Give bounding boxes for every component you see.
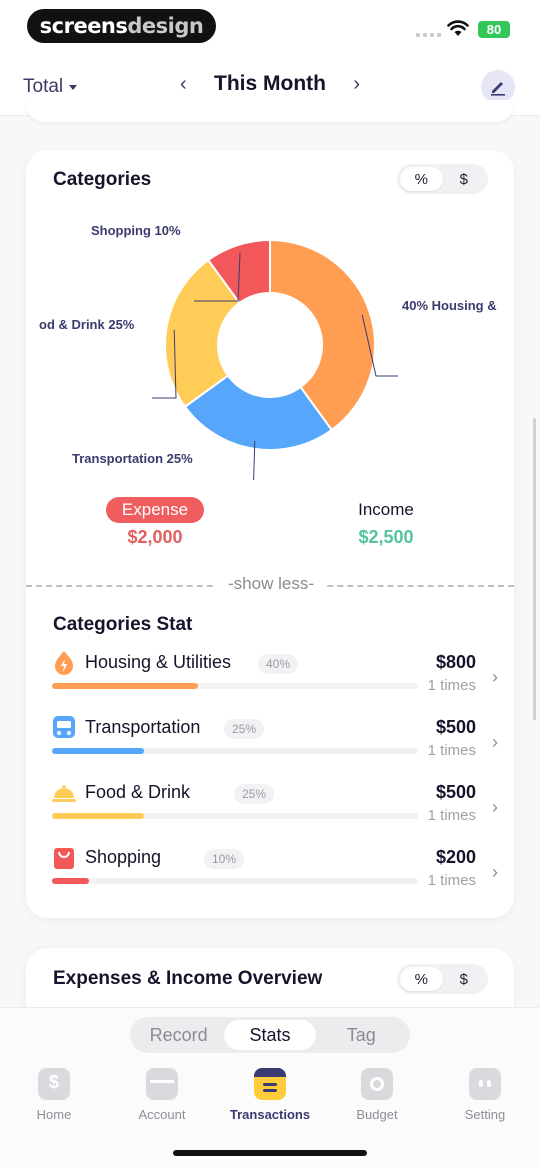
overview-title: Expenses & Income Overview [53, 968, 323, 989]
category-times: 1 times [427, 807, 476, 824]
tab-account[interactable]: Account [112, 1068, 212, 1122]
cloche-icon [52, 785, 76, 802]
dollar-toggle[interactable]: $ [443, 967, 486, 991]
home-indicator [173, 1150, 367, 1156]
scrollbar[interactable] [533, 418, 536, 720]
category-progress-fill [52, 878, 89, 884]
category-progress-track [52, 878, 418, 884]
scope-label: Total [23, 76, 64, 97]
category-percent-badge: 40% [258, 654, 299, 674]
categories-stat-title: Categories Stat [53, 614, 193, 635]
overview-unit-toggle: % $ [397, 964, 488, 994]
percent-toggle[interactable]: % [400, 167, 443, 191]
show-less-button[interactable]: -show less- [216, 574, 326, 594]
wifi-icon [447, 20, 469, 36]
tab-bar: $ Home Account Transactions Budget Setti… [0, 1068, 540, 1128]
category-progress-track [52, 683, 418, 689]
categories-card: Categories % $ Shopping 10% 40% Housing … [26, 150, 514, 918]
tab-label: Transactions [229, 1107, 311, 1122]
category-row[interactable]: Food & Drink 25% $500 1 times › [52, 780, 502, 840]
flame-icon [55, 651, 73, 675]
tab-label: Account [138, 1107, 186, 1122]
category-percent-badge: 10% [204, 849, 245, 869]
category-row[interactable]: Housing & Utilities 40% $800 1 times › [52, 650, 502, 710]
category-name: Transportation [85, 717, 201, 737]
edit-button[interactable] [481, 70, 515, 104]
label-shopping: Shopping 10% [91, 223, 181, 238]
stats-view-tab[interactable]: Stats [224, 1020, 316, 1050]
pencil-icon [491, 82, 505, 96]
category-progress-fill [52, 683, 199, 689]
category-amount: $500 [435, 717, 476, 737]
category-percent-badge: 25% [224, 719, 265, 739]
next-period-button[interactable]: › [353, 73, 360, 96]
chevron-right-icon: › [492, 667, 498, 687]
category-name: Shopping [85, 847, 162, 867]
expense-badge[interactable]: Expense [106, 497, 204, 523]
dollar-icon: $ [38, 1068, 70, 1100]
shopping-bag-icon [54, 848, 74, 869]
record-view-tab[interactable]: Record [133, 1020, 224, 1050]
prev-period-button[interactable]: ‹ [180, 73, 187, 96]
robot-icon [469, 1068, 501, 1100]
chevron-right-icon: › [492, 862, 498, 882]
category-row[interactable]: Shopping 10% $200 1 times › [52, 845, 502, 905]
tab-label: Setting [464, 1107, 506, 1122]
app-screen: screens design 80 Total ‹ This Month › Ca… [0, 0, 540, 1168]
category-times: 1 times [427, 677, 476, 694]
unit-toggle: % $ [397, 164, 488, 194]
tab-budget[interactable]: Budget [327, 1068, 427, 1122]
expense-total: $2,000 [127, 527, 183, 547]
tab-transactions[interactable]: Transactions [220, 1068, 320, 1122]
category-amount: $800 [435, 652, 476, 672]
label-food-drink: od & Drink 25% [39, 317, 135, 332]
dollar-toggle[interactable]: $ [443, 167, 486, 191]
tab-label: Home [36, 1107, 72, 1122]
period-title: This Month [214, 72, 326, 95]
category-name: Food & Drink [85, 782, 191, 802]
category-times: 1 times [427, 872, 476, 889]
budget-icon [361, 1068, 393, 1100]
caret-down-icon [69, 84, 78, 90]
signal-icon [416, 33, 441, 37]
label-housing: 40% Housing & [402, 298, 497, 313]
calendar-list-icon [254, 1068, 286, 1100]
tab-setting[interactable]: Setting [435, 1068, 535, 1122]
tab-label: Budget [356, 1107, 398, 1122]
battery-indicator: 80 [478, 21, 510, 38]
category-percent-badge: 25% [234, 784, 275, 804]
previous-card-edge [26, 100, 514, 122]
percent-toggle[interactable]: % [400, 967, 443, 991]
category-progress-track [52, 813, 418, 819]
category-row[interactable]: Transportation 25% $500 1 times › [52, 715, 502, 775]
category-amount: $200 [435, 847, 476, 867]
scope-selector[interactable]: Total [23, 76, 78, 98]
categories-title: Categories [53, 169, 152, 190]
category-progress-fill [52, 748, 144, 754]
income-toggle[interactable]: Income [336, 500, 436, 520]
status-bar: screens design 80 [0, 0, 540, 50]
category-progress-track [52, 748, 418, 754]
tag-view-tab[interactable]: Tag [316, 1020, 407, 1050]
view-switch: Record Stats Tag [130, 1017, 410, 1053]
bottom-bar: Record Stats Tag $ Home Account Transact… [0, 1007, 540, 1168]
category-progress-fill [52, 813, 144, 819]
category-times: 1 times [427, 742, 476, 759]
category-name: Housing & Utilities [85, 652, 232, 672]
categories-donut-chart [152, 238, 398, 480]
tab-home[interactable]: $ Home [4, 1068, 104, 1122]
wallet-icon [146, 1068, 178, 1100]
period-selector: ‹ This Month › [180, 72, 360, 96]
bus-icon [53, 716, 75, 738]
income-total: $2,500 [358, 527, 414, 547]
chevron-right-icon: › [492, 732, 498, 752]
chevron-right-icon: › [492, 797, 498, 817]
label-transportation: Transportation 25% [72, 451, 193, 466]
category-amount: $500 [435, 782, 476, 802]
screensdesign-logo: screens design [27, 9, 216, 43]
